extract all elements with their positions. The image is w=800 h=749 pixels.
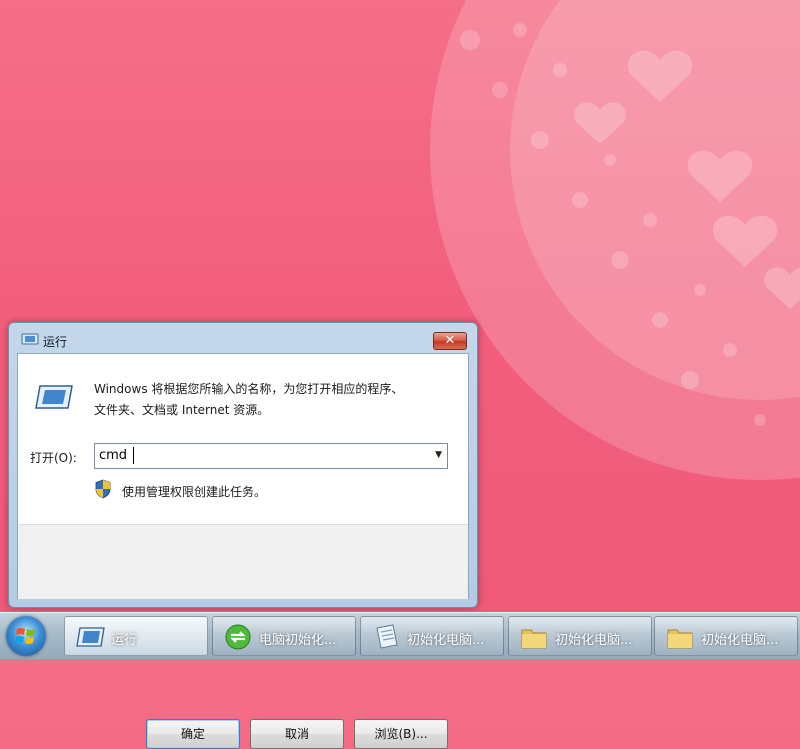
- dialog-title: 运行: [43, 335, 68, 349]
- open-label: 打开(O):: [30, 451, 77, 465]
- document-icon: [376, 624, 398, 649]
- cancel-button[interactable]: 取消: [250, 719, 344, 749]
- taskbar-item-label: 初始化电脑...: [701, 633, 779, 648]
- refresh-icon: [225, 624, 251, 650]
- taskbar-item-folder-2[interactable]: 初始化电脑...: [654, 616, 798, 656]
- taskbar-item-label: 运行: [111, 633, 138, 648]
- dropdown-arrow-icon[interactable]: ▼: [435, 450, 442, 460]
- taskbar-item-document[interactable]: 初始化电脑...: [360, 616, 504, 656]
- admin-note: 使用管理权限创建此任务。: [122, 485, 267, 499]
- description-line-2: 文件夹、文档或 Internet 资源。: [94, 403, 270, 417]
- run-icon: [76, 627, 105, 647]
- dialog-content: Windows 将根据您所输入的名称，为您打开相应的程序、 文件夹、文档或 In…: [17, 353, 469, 749]
- folder-icon: [667, 629, 693, 649]
- run-icon: [35, 385, 73, 409]
- windows-logo-icon: [15, 628, 35, 644]
- taskbar-item-label: 初始化电脑...: [407, 633, 485, 648]
- dialog-description: Windows 将根据您所输入的名称，为您打开相应的程序、 文件夹、文档或 In…: [94, 379, 454, 421]
- run-dialog: 运行 ✕ Windows 将根据您所输入的名称，为您打开相应的程序、 文件夹、文…: [8, 322, 478, 749]
- dialog-titlebar[interactable]: 运行 ✕: [9, 323, 477, 353]
- dialog-button-area: 确定 取消 浏览(B)...: [18, 524, 468, 749]
- close-icon: ✕: [444, 333, 456, 348]
- browse-button[interactable]: 浏览(B)...: [354, 719, 448, 749]
- uac-shield-icon: [95, 479, 111, 499]
- taskbar-item-folder-1[interactable]: 初始化电脑...: [508, 616, 652, 656]
- open-input[interactable]: cmd: [99, 448, 127, 463]
- taskbar-item-label: 初始化电脑...: [555, 633, 633, 648]
- taskbar-item-label: 电脑初始化...: [259, 633, 337, 648]
- text-caret: [133, 447, 134, 464]
- start-button[interactable]: [6, 616, 46, 656]
- taskbar-item-init[interactable]: 电脑初始化...: [212, 616, 356, 656]
- folder-icon: [521, 629, 547, 649]
- open-combobox[interactable]: cmd ▼: [94, 443, 448, 469]
- ok-button[interactable]: 确定: [146, 719, 240, 749]
- taskbar-item-run[interactable]: 运行: [64, 616, 208, 656]
- description-line-1: Windows 将根据您所输入的名称，为您打开相应的程序、: [94, 382, 404, 396]
- close-button[interactable]: ✕: [433, 332, 467, 350]
- taskbar: 运行 电脑初始化... 初始化电脑... 初始化电脑... 初始化电脑...: [0, 612, 800, 659]
- run-icon: [21, 333, 39, 345]
